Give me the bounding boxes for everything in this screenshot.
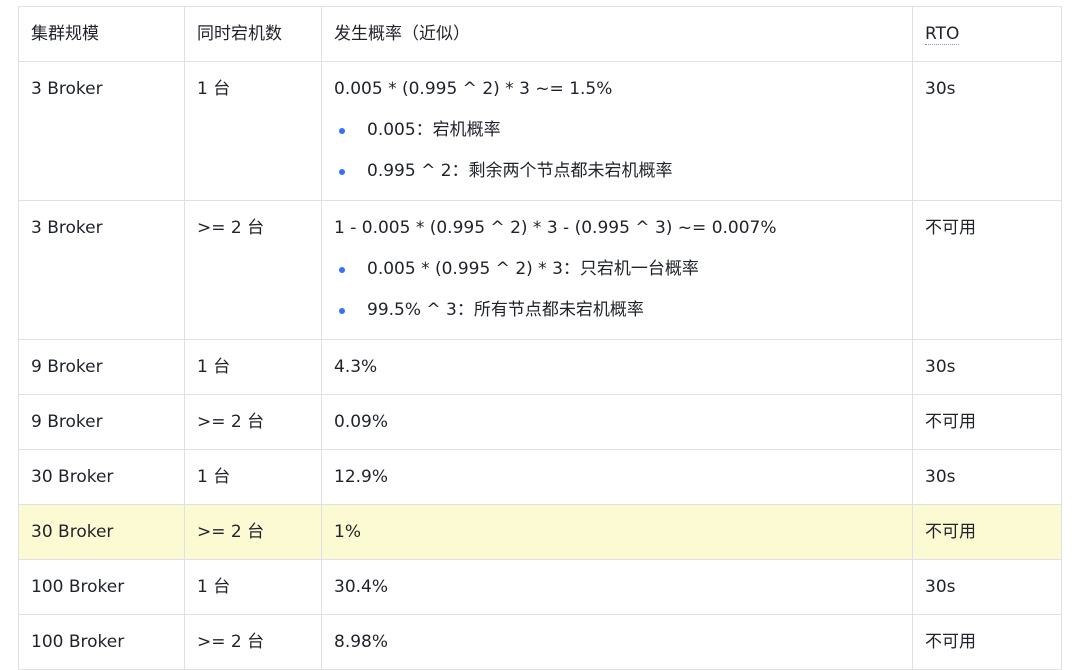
cell-rto: 30s xyxy=(912,61,1062,201)
cell-simultaneous-down: 1 台 xyxy=(184,61,322,201)
cell-probability: 0.005 * (0.995 ^ 2) * 3 ~= 1.5% 0.005：宕机… xyxy=(321,61,913,201)
cell-cluster-scale: 3 Broker xyxy=(18,61,185,201)
rto-abbreviation[interactable]: RTO xyxy=(925,24,960,45)
cell-cluster-scale: 30 Broker xyxy=(18,504,185,560)
table-row: 9 Broker 1 台 4.3% 30s xyxy=(18,339,1062,395)
header-simultaneous-down: 同时宕机数 xyxy=(184,6,322,62)
list-item: 0.005：宕机概率 xyxy=(334,118,900,142)
cell-cluster-scale: 100 Broker xyxy=(18,559,185,615)
cell-cluster-scale: 9 Broker xyxy=(18,339,185,395)
cell-probability: 0.09% xyxy=(321,394,913,450)
cell-simultaneous-down: 1 台 xyxy=(184,449,322,505)
table-row: 3 Broker >= 2 台 1 - 0.005 * (0.995 ^ 2) … xyxy=(18,200,1062,340)
table-row: 100 Broker 1 台 30.4% 30s xyxy=(18,559,1062,615)
cell-probability: 8.98% xyxy=(321,614,913,670)
header-rto: RTO xyxy=(912,6,1062,62)
cell-probability: 30.4% xyxy=(321,559,913,615)
probability-table-container: 集群规模 同时宕机数 发生概率（近似） RTO 3 Broker 1 台 0.0… xyxy=(18,6,1062,670)
cell-probability: 1% xyxy=(321,504,913,560)
probability-notes-list: 0.005：宕机概率 0.995 ^ 2：剩余两个节点都未宕机概率 xyxy=(334,118,900,183)
cell-rto: 不可用 xyxy=(912,614,1062,670)
cell-probability: 4.3% xyxy=(321,339,913,395)
probability-formula: 1 - 0.005 * (0.995 ^ 2) * 3 - (0.995 ^ 3… xyxy=(334,218,777,238)
broker-failure-probability-table: 集群规模 同时宕机数 发生概率（近似） RTO 3 Broker 1 台 0.0… xyxy=(18,6,1062,670)
table-row: 100 Broker >= 2 台 8.98% 不可用 xyxy=(18,614,1062,670)
list-item: 99.5% ^ 3：所有节点都未宕机概率 xyxy=(334,298,900,322)
cell-rto: 30s xyxy=(912,339,1062,395)
cell-rto: 30s xyxy=(912,449,1062,505)
header-cluster-scale: 集群规模 xyxy=(18,6,185,62)
cell-simultaneous-down: >= 2 台 xyxy=(184,200,322,340)
cell-simultaneous-down: 1 台 xyxy=(184,339,322,395)
table-row-highlighted: 30 Broker >= 2 台 1% 不可用 xyxy=(18,504,1062,560)
cell-rto: 不可用 xyxy=(912,394,1062,450)
cell-cluster-scale: 30 Broker xyxy=(18,449,185,505)
cell-cluster-scale: 100 Broker xyxy=(18,614,185,670)
list-item: 0.995 ^ 2：剩余两个节点都未宕机概率 xyxy=(334,159,900,183)
cell-rto: 不可用 xyxy=(912,504,1062,560)
cell-simultaneous-down: >= 2 台 xyxy=(184,614,322,670)
table-header-row: 集群规模 同时宕机数 发生概率（近似） RTO xyxy=(18,6,1062,62)
cell-simultaneous-down: >= 2 台 xyxy=(184,394,322,450)
header-probability: 发生概率（近似） xyxy=(321,6,913,62)
table-row: 9 Broker >= 2 台 0.09% 不可用 xyxy=(18,394,1062,450)
list-item: 0.005 * (0.995 ^ 2) * 3：只宕机一台概率 xyxy=(334,257,900,281)
cell-rto: 不可用 xyxy=(912,200,1062,340)
probability-formula: 0.005 * (0.995 ^ 2) * 3 ~= 1.5% xyxy=(334,79,613,99)
cell-rto: 30s xyxy=(912,559,1062,615)
cell-cluster-scale: 3 Broker xyxy=(18,200,185,340)
probability-notes-list: 0.005 * (0.995 ^ 2) * 3：只宕机一台概率 99.5% ^ … xyxy=(334,257,900,322)
cell-simultaneous-down: >= 2 台 xyxy=(184,504,322,560)
cell-probability: 12.9% xyxy=(321,449,913,505)
cell-cluster-scale: 9 Broker xyxy=(18,394,185,450)
cell-probability: 1 - 0.005 * (0.995 ^ 2) * 3 - (0.995 ^ 3… xyxy=(321,200,913,340)
table-row: 3 Broker 1 台 0.005 * (0.995 ^ 2) * 3 ~= … xyxy=(18,61,1062,201)
cell-simultaneous-down: 1 台 xyxy=(184,559,322,615)
table-row: 30 Broker 1 台 12.9% 30s xyxy=(18,449,1062,505)
